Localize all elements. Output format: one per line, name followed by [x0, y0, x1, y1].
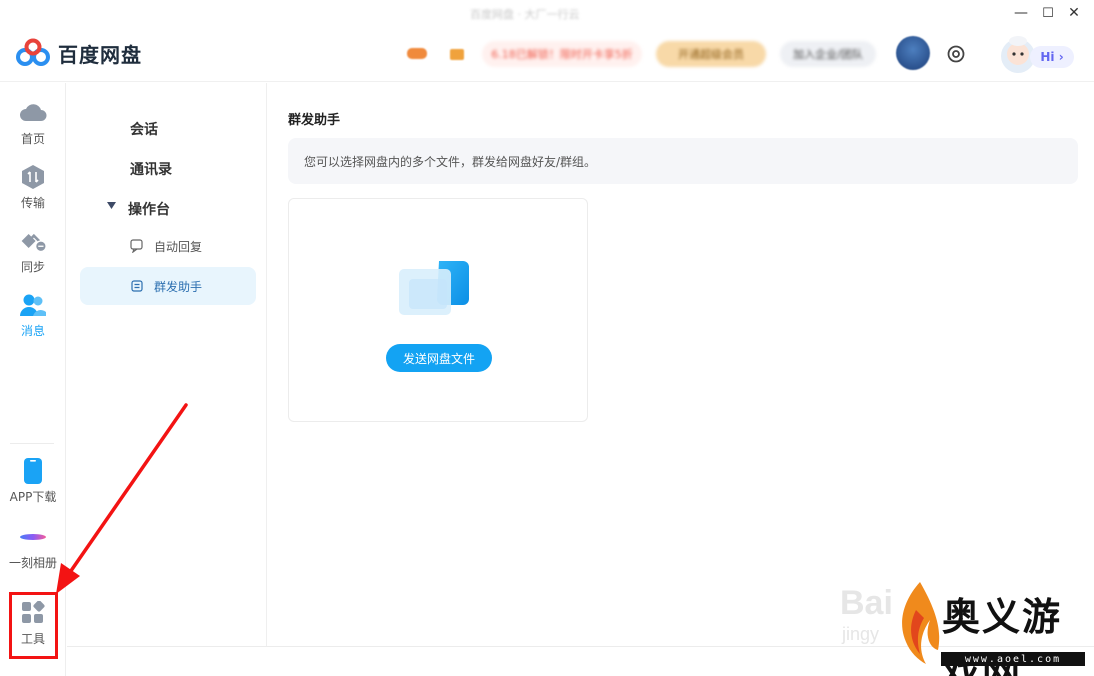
flame-logo-icon [902, 582, 940, 664]
broadcast-label: 群发助手 [154, 279, 203, 294]
rail-label: 同步 [20, 260, 45, 274]
caret-down-icon[interactable] [107, 202, 116, 209]
people-icon [19, 291, 47, 319]
subnav-item-conversations[interactable]: 会话 [130, 119, 158, 139]
baidu-watermark-text: Bai [840, 584, 893, 622]
subnav-item-contacts[interactable]: 通讯录 [130, 159, 172, 179]
main-panel: 群发助手 您可以选择网盘内的多个文件，群发给网盘好友/群组。 发送网盘文件 [268, 83, 1094, 646]
rail-label: 首页 [20, 132, 45, 146]
send-files-card: 发送网盘文件 [288, 198, 588, 422]
page-title: 群发助手 [288, 113, 341, 128]
broadcast-icon [131, 280, 143, 292]
app-logo[interactable]: 百度网盘 [16, 38, 142, 68]
rail-item-messages[interactable]: 消息 [0, 291, 66, 339]
rail-label: 消息 [20, 324, 45, 338]
phone-icon [19, 457, 47, 485]
file-stack-icon [399, 261, 469, 315]
sync-icon [19, 227, 47, 255]
logo-text: 百度网盘 [58, 42, 142, 67]
info-banner: 您可以选择网盘内的多个文件，群发给网盘好友/群组。 [288, 138, 1078, 184]
banner-text: 您可以选择网盘内的多个文件，群发给网盘好友/群组。 [304, 154, 597, 169]
subnav-item-auto-reply[interactable]: 自动回复 [80, 227, 256, 265]
rail-item-home[interactable]: 首页 [0, 99, 66, 147]
rail-label: APP下载 [9, 490, 57, 504]
close-button[interactable]: ✕ [1063, 3, 1085, 23]
settings-icon[interactable] [946, 44, 966, 64]
user-avatar[interactable] [896, 36, 930, 70]
rail-item-album[interactable]: 一刻相册 [0, 523, 66, 571]
gamepad-icon[interactable] [406, 45, 428, 61]
album-icon [19, 523, 47, 551]
rail-item-sync[interactable]: 同步 [0, 227, 66, 275]
rail-item-app-download[interactable]: APP下载 [0, 457, 66, 505]
jingyan-watermark-text: jingy [842, 624, 880, 644]
annotation-highlight-box [9, 592, 58, 659]
baidu-netdisk-logo-icon [16, 38, 50, 66]
auto-reply-icon [130, 239, 143, 253]
left-rail: 首页 传输 同步 消息 APP下载 一刻相册 工具 [0, 83, 66, 676]
transfer-icon [19, 163, 47, 191]
rail-divider [10, 443, 54, 444]
cloud-icon [19, 99, 47, 127]
enterprise-button[interactable]: 加入企业/团队 [780, 41, 876, 67]
rail-label: 一刻相册 [8, 556, 57, 570]
window-title: 百度网盘 · 大厂一行云 [470, 8, 580, 21]
vip-button[interactable]: 开通超级会员 [656, 41, 766, 67]
hi-button[interactable]: Hi › [1030, 46, 1074, 68]
message-subnav: 会话 通讯录 操作台 自动回复 群发助手 [67, 83, 267, 646]
rail-label: 传输 [20, 196, 45, 210]
subnav-item-broadcast[interactable]: 群发助手 [80, 267, 256, 305]
app-header: 百度网盘 6.18已解锁！限时开卡享5折 开通超级会员 加入企业/团队 Hi › [0, 26, 1094, 82]
title-bar: 百度网盘 · 大厂一行云 — ☐ ✕ [0, 0, 1094, 26]
watermark-url: www.aoel.com [941, 652, 1085, 666]
subnav-item-console[interactable]: 操作台 [128, 199, 170, 219]
promo-chip[interactable]: 6.18已解锁！限时开卡享5折 [482, 41, 642, 67]
app-window: 百度网盘 · 大厂一行云 — ☐ ✕ 百度网盘 6.18已解锁！限时开卡享5折 … [0, 0, 1094, 676]
rail-item-transfer[interactable]: 传输 [0, 163, 66, 211]
auto-reply-label: 自动回复 [154, 239, 203, 254]
gift-icon[interactable] [448, 45, 466, 61]
maximize-button[interactable]: ☐ [1037, 3, 1059, 23]
minimize-button[interactable]: — [1010, 3, 1032, 23]
send-netdisk-files-button[interactable]: 发送网盘文件 [386, 344, 492, 372]
